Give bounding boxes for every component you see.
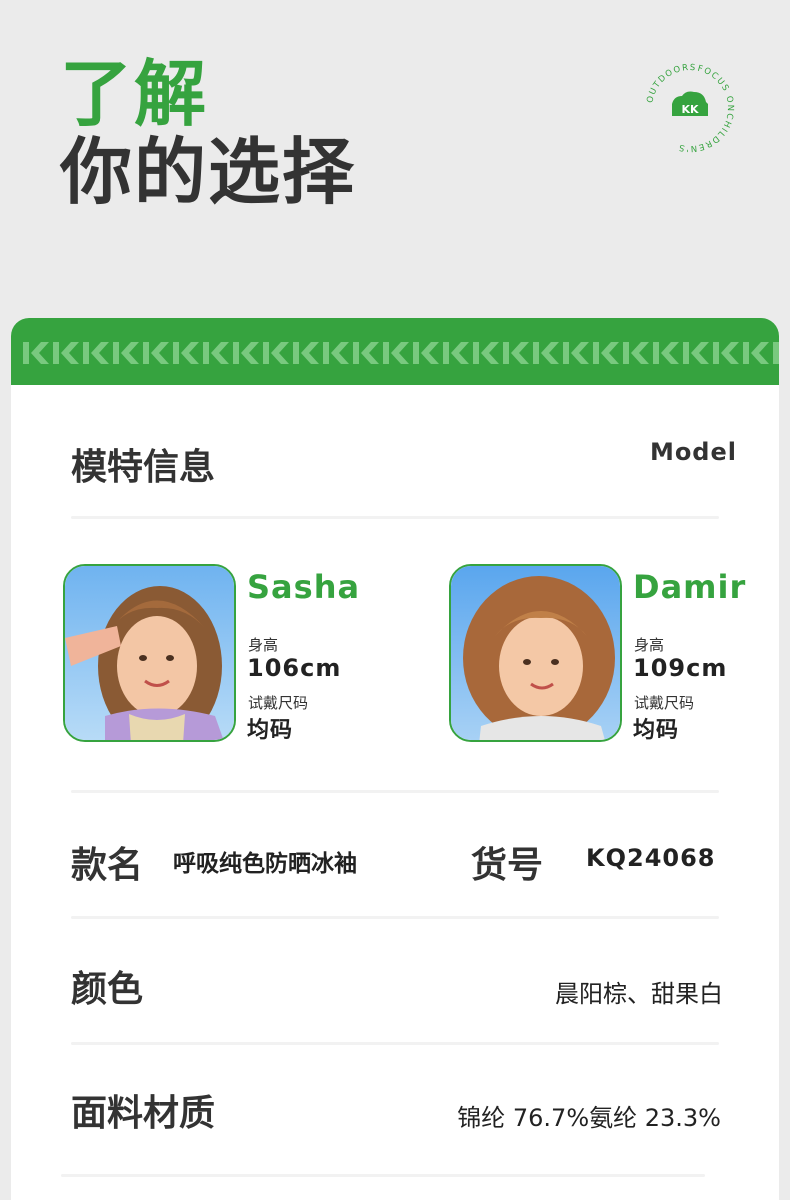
size-label: 试戴尺码: [634, 694, 695, 712]
page-title: 了解 你的选择: [60, 58, 356, 208]
kk-pattern-band: [11, 318, 779, 385]
material-label: 面料材质: [71, 1093, 216, 1134]
divider: [71, 790, 719, 793]
title-line-1: 了解: [60, 52, 209, 136]
size-value: 均码: [633, 718, 680, 743]
size-value: 均码: [247, 718, 294, 743]
height-label: 身高: [634, 636, 665, 654]
model-photo-sasha: [63, 564, 236, 742]
divider: [71, 516, 719, 519]
model-card-damir: Damir 身高 109cm 试戴尺码 均码: [449, 564, 779, 744]
sku-value: KQ24068: [586, 844, 716, 872]
sku-label: 货号: [471, 845, 544, 886]
divider: [71, 1042, 719, 1045]
brand-badge-logo: OUTDOORS FOCUS ON CHILDREN'S KK: [640, 58, 740, 158]
svg-text:CHILDREN'S: CHILDREN'S: [677, 112, 735, 153]
model-section-title: 模特信息: [71, 447, 216, 488]
model-photo-damir: [449, 564, 622, 742]
product-name-label: 款名: [71, 845, 144, 886]
svg-text:KK: KK: [681, 103, 699, 116]
divider: [71, 916, 719, 919]
color-label: 颜色: [71, 969, 144, 1010]
model-name: Damir: [633, 568, 747, 606]
model-section-title-en: Model: [649, 438, 737, 466]
divider: [61, 1174, 705, 1177]
size-label: 试戴尺码: [248, 694, 309, 712]
color-value: 晨阳棕、甜果白: [555, 980, 723, 1008]
model-name: Sasha: [247, 568, 361, 606]
height-label: 身高: [248, 636, 279, 654]
product-name-value: 呼吸纯色防晒冰袖: [173, 851, 357, 877]
height-value: 109cm: [633, 654, 728, 682]
material-value: 锦纶 76.7%氨纶 23.3%: [457, 1104, 721, 1132]
title-line-2: 你的选择: [60, 130, 357, 214]
height-value: 106cm: [247, 654, 342, 682]
kk-chevron-pattern-icon: [23, 342, 779, 364]
info-card: 模特信息 Model Sasha 身高 106cm 试戴尺码 均码 Damir …: [11, 318, 779, 1200]
model-card-sasha: Sasha 身高 106cm 试戴尺码 均码: [63, 564, 443, 744]
